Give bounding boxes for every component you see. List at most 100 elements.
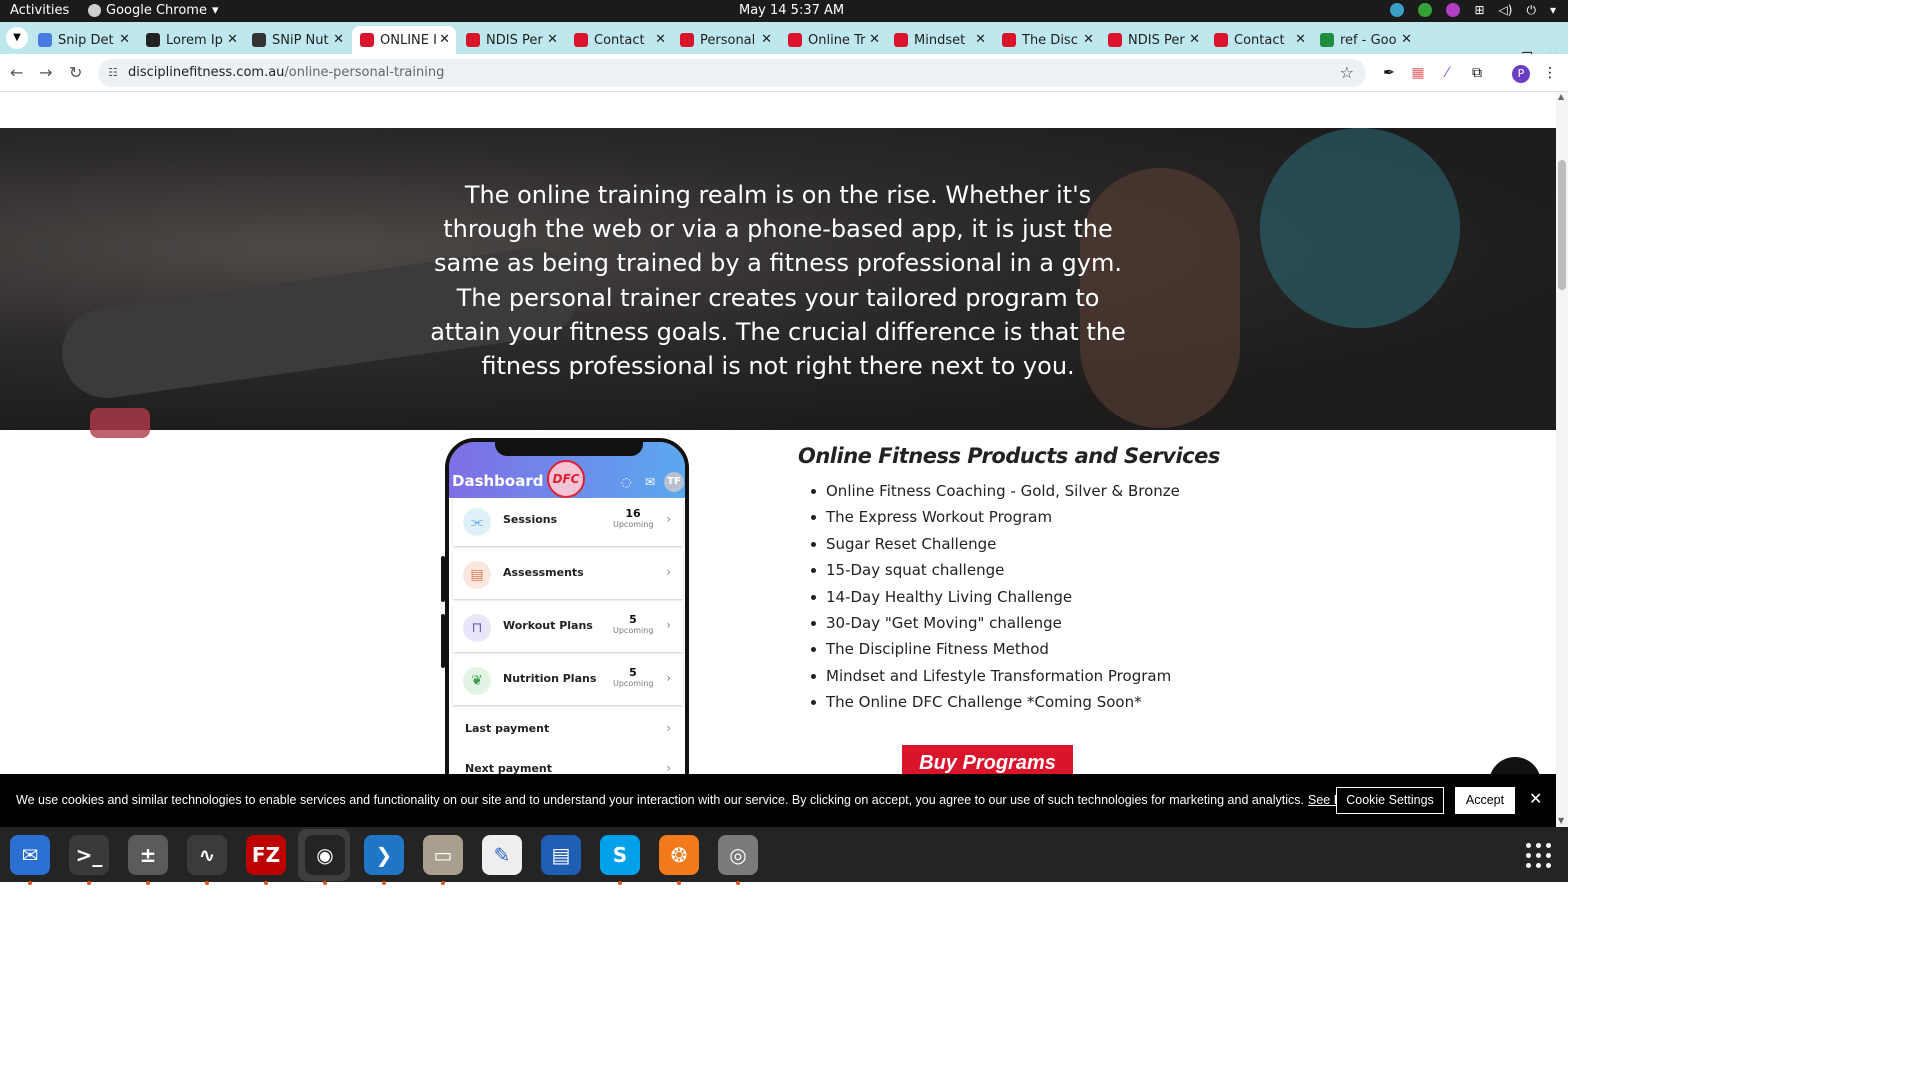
page-scrollbar[interactable]: ▲ ▼ — [1556, 92, 1568, 827]
tab-close-icon[interactable]: ✕ — [333, 32, 344, 47]
service-list-item: 15-Day squat challenge — [811, 559, 1180, 585]
text-editor-icon[interactable]: ✎ — [482, 835, 522, 875]
tab-close-icon[interactable]: ✕ — [655, 32, 666, 47]
system-top-bar: Activities Google Chrome ▾ May 14 5:37 A… — [0, 0, 1568, 22]
tab-close-icon[interactable]: ✕ — [1401, 32, 1412, 47]
firefox-dev-icon[interactable]: ❂ — [659, 835, 699, 885]
service-list-item: Sugar Reset Challenge — [811, 533, 1180, 559]
browser-tab[interactable]: Online Tr ✕ — [780, 26, 886, 54]
tab-title: ONLINE I — [380, 32, 437, 48]
activities-button[interactable]: Activities — [10, 3, 69, 18]
tab-favicon-icon — [1214, 33, 1228, 47]
pen-extension-icon[interactable]: ⁄ — [1439, 65, 1455, 81]
power-icon[interactable]: ⏻ — [1526, 3, 1536, 17]
web-page: The online training realm is on the rise… — [0, 92, 1556, 827]
url-text[interactable]: disciplinefitness.com.au/online-personal… — [128, 65, 444, 80]
tab-close-icon[interactable]: ✕ — [1295, 32, 1306, 47]
scroll-down-arrow-icon[interactable]: ▼ — [1558, 816, 1564, 825]
browser-tab[interactable]: Contact ✕ — [566, 26, 672, 54]
terminal-icon[interactable]: >_ — [69, 835, 109, 885]
chevron-right-icon: › — [666, 565, 671, 579]
back-arrow-icon[interactable]: ← — [10, 63, 23, 82]
browser-tab[interactable]: SNiP Nut ✕ — [244, 26, 350, 54]
browser-tab[interactable]: Personal ✕ — [672, 26, 778, 54]
browser-tab[interactable]: NDIS Per ✕ — [458, 26, 564, 54]
system-monitor-icon[interactable]: ∿ — [187, 835, 227, 885]
service-list-item: The Online DFC Challenge *Coming Soon* — [811, 691, 1180, 717]
show-apps-grid-icon[interactable] — [1524, 841, 1552, 869]
chevron-down-icon[interactable]: ▾ — [1550, 3, 1556, 17]
app-menu-label: Google Chrome — [106, 3, 207, 18]
tab-close-icon[interactable]: ✕ — [227, 32, 238, 47]
browser-tab[interactable]: The Disc ✕ — [994, 26, 1100, 54]
hero-photo-detail — [90, 408, 150, 438]
browser-tab[interactable]: Mindset ✕ — [886, 26, 992, 54]
tab-title: SNiP Nut — [272, 32, 329, 48]
bookmark-star-icon[interactable]: ☆ — [1340, 63, 1354, 82]
tab-close-icon[interactable]: ✕ — [547, 32, 558, 47]
tab-title: ref - Goo — [1340, 32, 1397, 48]
clock[interactable]: May 14 5:37 AM — [739, 3, 844, 18]
phone-row-label: Assessments — [503, 566, 584, 579]
browser-tab[interactable]: NDIS Per ✕ — [1100, 26, 1206, 54]
service-list-item: 30-Day "Get Moving" challenge — [811, 612, 1180, 638]
tab-title: Snip Det — [58, 32, 114, 48]
tab-close-icon[interactable]: ✕ — [761, 32, 772, 47]
forward-arrow-icon[interactable]: → — [39, 63, 52, 82]
browser-tab[interactable]: Contact ✕ — [1206, 26, 1312, 54]
color-picker-icon[interactable] — [1446, 3, 1461, 17]
tab-close-icon[interactable]: ✕ — [119, 32, 130, 47]
cookie-text: We use cookies and similar technologies … — [16, 793, 1304, 807]
disks-icon[interactable]: ◎ — [718, 835, 758, 885]
grid-dot — [1526, 843, 1531, 848]
dock — [0, 827, 1568, 882]
writer-icon[interactable]: ▤ — [541, 835, 581, 875]
reload-icon[interactable]: ↻ — [69, 63, 82, 82]
cookie-message: We use cookies and similar technologies … — [16, 793, 1412, 807]
browser-tab[interactable]: Snip Det ✕ — [30, 26, 136, 54]
url-domain: disciplinefitness.com.au — [128, 65, 285, 80]
check-icon[interactable] — [1418, 3, 1433, 17]
volume-icon[interactable]: ◁) — [1499, 3, 1513, 17]
network-icon[interactable]: ⊞ — [1474, 3, 1484, 17]
more-menu-icon[interactable]: ⋮ — [1542, 65, 1558, 81]
profile-avatar[interactable]: P — [1512, 65, 1530, 83]
tab-favicon-icon — [574, 33, 588, 47]
close-icon[interactable]: ✕ — [1529, 789, 1542, 808]
tab-favicon-icon — [360, 33, 374, 47]
tab-close-icon[interactable]: ✕ — [439, 32, 450, 47]
chrome-icon[interactable]: ◉ — [305, 835, 345, 885]
calendar-extension-icon[interactable]: ▦ — [1410, 65, 1426, 81]
thunderbird-icon[interactable]: ✉ — [10, 835, 50, 885]
browser-tab[interactable]: Lorem Ip ✕ — [138, 26, 244, 54]
tab-close-icon[interactable]: ✕ — [1189, 32, 1200, 47]
eyedropper-icon[interactable]: ✒ — [1381, 65, 1397, 81]
site-info-icon[interactable]: ☷ — [108, 66, 122, 80]
sync-icon[interactable] — [1390, 3, 1405, 17]
browser-tab[interactable]: ONLINE I ✕ — [352, 26, 456, 54]
browser-tab[interactable]: ref - Goo ✕ — [1312, 26, 1418, 54]
address-bar[interactable]: ☷ disciplinefitness.com.au/online-person… — [98, 59, 1366, 87]
app-menu[interactable]: Google Chrome ▾ — [88, 3, 219, 18]
files-icon[interactable]: ▭ — [423, 835, 463, 885]
tab-close-icon[interactable]: ✕ — [869, 32, 880, 47]
scroll-up-arrow-icon[interactable]: ▲ — [1558, 92, 1564, 101]
tab-close-icon[interactable]: ✕ — [1083, 32, 1094, 47]
accept-button[interactable]: Accept — [1455, 787, 1515, 814]
service-list-item: Online Fitness Coaching - Gold, Silver &… — [811, 480, 1180, 506]
extensions-puzzle-icon[interactable]: ⧉ — [1469, 65, 1485, 81]
skype-icon[interactable]: S — [600, 835, 640, 885]
phone-row-label: Sessions — [503, 513, 558, 526]
buy-programs-button[interactable]: Buy Programs — [902, 745, 1073, 777]
tab-close-icon[interactable]: ✕ — [975, 32, 986, 47]
tab-search-button[interactable]: ▼ — [6, 27, 28, 49]
calculator-icon[interactable]: ± — [128, 835, 168, 885]
chrome-small-icon — [88, 4, 101, 17]
vscode-icon[interactable]: ❯ — [364, 835, 404, 885]
tab-favicon-icon — [680, 33, 694, 47]
filezilla-icon[interactable]: FZ — [246, 835, 286, 885]
cookie-settings-button[interactable]: Cookie Settings — [1336, 787, 1444, 814]
tab-title: Contact — [1234, 32, 1285, 48]
scrollbar-thumb[interactable] — [1558, 160, 1566, 290]
phone-list-row: ⫘ Sessions 16 Upcoming › — [453, 498, 683, 546]
